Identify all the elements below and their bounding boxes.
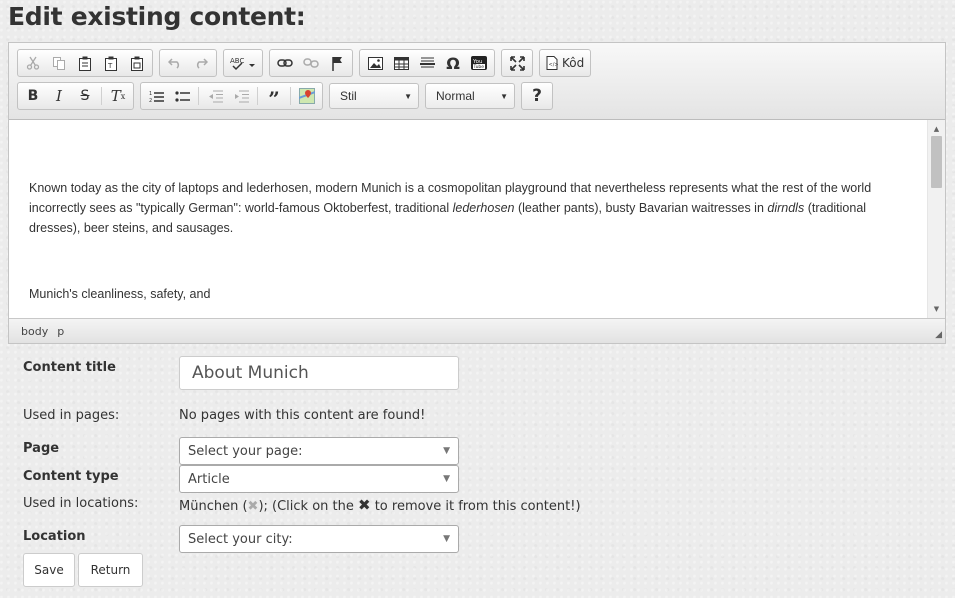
chevron-down-icon: ▼ — [404, 91, 412, 101]
bulleted-list-icon[interactable] — [169, 84, 195, 108]
editor-statusbar: body p ◢ — [9, 318, 945, 343]
image-icon[interactable] — [362, 51, 388, 75]
anchor-flag-icon[interactable] — [324, 51, 350, 75]
lists-group: 12 ” — [140, 81, 323, 111]
svg-text:1: 1 — [149, 91, 152, 97]
redo-icon[interactable] — [188, 51, 214, 75]
editor-scrollbar[interactable]: ▲ ▼ — [927, 120, 945, 318]
used-in-locations-label: Used in locations: — [23, 496, 139, 511]
content-type-select[interactable]: Article ▼ — [179, 465, 459, 493]
content-title-input[interactable]: About Munich — [179, 356, 459, 390]
copy-icon[interactable] — [46, 51, 72, 75]
location-name: München ( — [179, 499, 248, 514]
editor-toolbar: T ABC Ω You Tube </> Kôd B I S T x 1 2 ”… — [9, 43, 945, 120]
remove-format-icon[interactable]: Tx — [105, 84, 131, 108]
svg-text:ABC: ABC — [230, 57, 244, 65]
content-title-label: Content title — [23, 360, 116, 375]
scroll-thumb[interactable] — [931, 136, 942, 188]
map-icon[interactable] — [294, 84, 320, 108]
outdent-icon[interactable] — [202, 84, 228, 108]
rich-text-editor: T ABC Ω You Tube </> Kôd B I S T x 1 2 ”… — [8, 42, 946, 344]
paste-icon[interactable] — [72, 51, 98, 75]
indent-icon[interactable] — [228, 84, 254, 108]
format-combo[interactable]: Normal ▼ — [425, 83, 515, 109]
separator — [257, 87, 258, 105]
basic-styles-group: B I S Tx — [17, 82, 134, 110]
page-title: Edit existing content: — [8, 2, 306, 31]
scroll-down-arrow-icon[interactable]: ▼ — [928, 302, 945, 316]
separator — [198, 87, 199, 105]
content-type-select-value: Article — [188, 471, 230, 487]
separator — [101, 87, 102, 105]
spellcheck-icon[interactable]: ABC — [226, 51, 260, 75]
cut-icon[interactable] — [20, 51, 46, 75]
undo-redo-group — [159, 49, 217, 77]
page-select[interactable]: Select your page: ▼ — [179, 437, 459, 465]
clipboard-group: T — [17, 49, 153, 77]
link-group — [269, 49, 353, 77]
location-select-value: Select your city: — [188, 531, 293, 547]
style-combo[interactable]: Stil ▼ — [329, 83, 419, 109]
unlink-icon[interactable] — [298, 51, 324, 75]
chevron-down-icon: ▼ — [443, 474, 450, 484]
format-combo-value: Normal — [436, 89, 475, 103]
numbered-list-icon[interactable]: 12 — [143, 84, 169, 108]
page-select-value: Select your page: — [188, 443, 303, 459]
table-icon[interactable] — [388, 51, 414, 75]
spellcheck-group: ABC — [223, 49, 263, 77]
source-button[interactable]: </> Kôd — [542, 51, 588, 75]
remove-location-icon[interactable]: ✖ — [248, 499, 259, 514]
svg-text:</>: </> — [549, 62, 559, 68]
scroll-up-arrow-icon[interactable]: ▲ — [928, 122, 945, 136]
content-type-label: Content type — [23, 469, 119, 484]
source-group: </> Kôd — [539, 49, 592, 77]
separator — [290, 87, 291, 105]
horizontal-line-icon[interactable] — [414, 51, 440, 75]
location-label: Location — [23, 529, 86, 544]
source-icon: </> — [546, 56, 558, 70]
used-in-pages-value: No pages with this content are found! — [179, 408, 426, 423]
bold-icon[interactable]: B — [20, 84, 46, 108]
youtube-icon[interactable]: You Tube — [466, 51, 492, 75]
maximize-icon[interactable] — [504, 51, 530, 75]
special-char-icon[interactable]: Ω — [440, 51, 466, 75]
save-button[interactable]: Save — [23, 553, 75, 587]
editor-content-area[interactable]: Known today as the city of laptops and l… — [9, 120, 929, 318]
strikethrough-icon[interactable]: S — [72, 84, 98, 108]
element-path-body[interactable]: body — [21, 325, 48, 338]
paragraph-2: Munich's cleanliness, safety, and — [29, 287, 211, 301]
location-select[interactable]: Select your city: ▼ — [179, 525, 459, 553]
return-button[interactable]: Return — [78, 553, 143, 587]
element-path-p[interactable]: p — [57, 325, 64, 338]
close-icon: ✖ — [358, 496, 371, 514]
resize-grip-icon[interactable]: ◢ — [935, 330, 942, 340]
used-in-pages-label: Used in pages: — [23, 408, 120, 423]
chevron-down-icon: ▼ — [443, 446, 450, 456]
paragraph-1: Known today as the city of laptops and l… — [29, 181, 872, 235]
italic-icon[interactable]: I — [46, 84, 72, 108]
source-button-label: Kôd — [562, 56, 585, 70]
svg-text:T: T — [107, 62, 113, 70]
chevron-down-icon: ▼ — [500, 91, 508, 101]
link-icon[interactable] — [272, 51, 298, 75]
help-group: ? — [521, 82, 553, 110]
style-combo-value: Stil — [340, 89, 357, 103]
blockquote-icon[interactable]: ” — [261, 81, 287, 111]
help-icon[interactable]: ? — [524, 84, 550, 108]
svg-text:Tube: Tube — [473, 64, 485, 70]
undo-icon[interactable] — [162, 51, 188, 75]
insert-group: Ω You Tube — [359, 49, 495, 77]
paste-text-icon[interactable]: T — [98, 51, 124, 75]
paste-word-icon[interactable] — [124, 51, 150, 75]
svg-text:2: 2 — [149, 98, 152, 103]
view-group — [501, 49, 533, 77]
used-in-locations-value: München (✖); (Click on the ✖ to remove i… — [179, 496, 581, 514]
page-label: Page — [23, 441, 60, 456]
chevron-down-icon: ▼ — [443, 534, 450, 544]
